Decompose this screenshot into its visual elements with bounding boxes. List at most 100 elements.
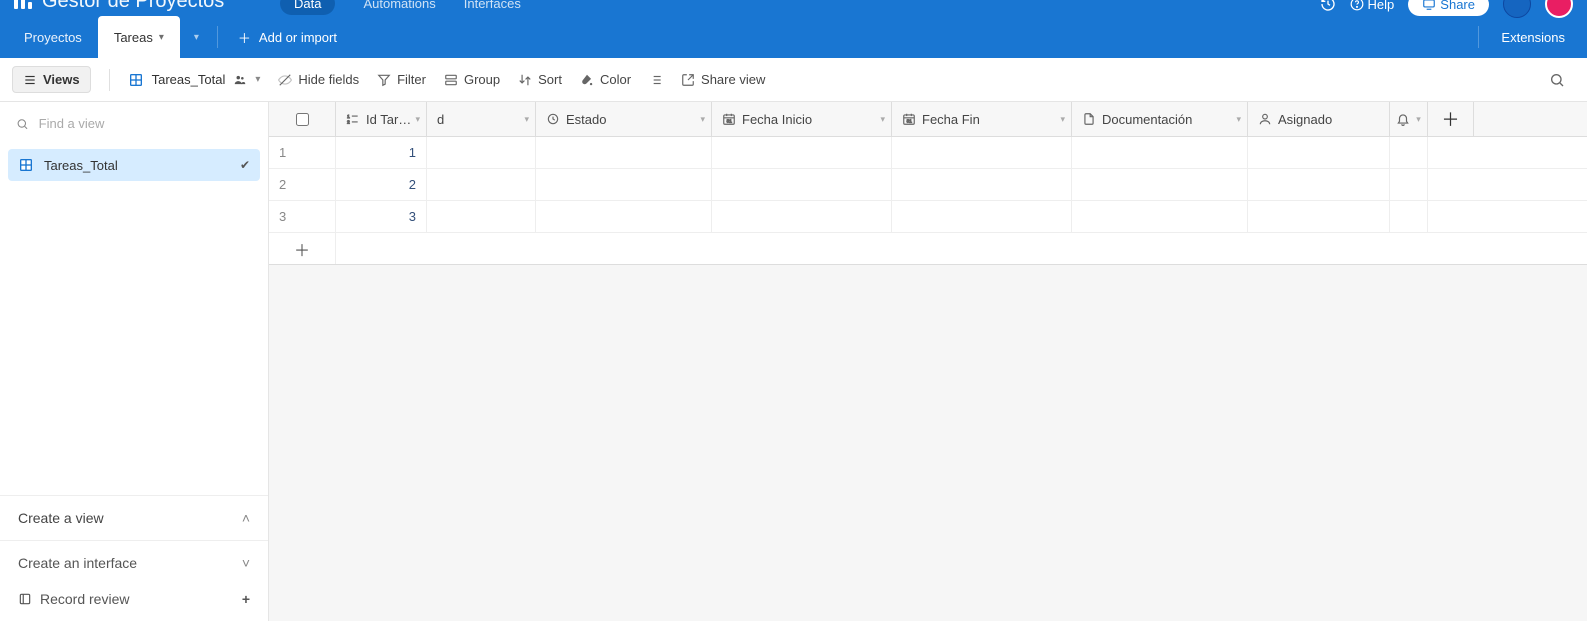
- sidebar-view-tareas-total[interactable]: Tareas_Total ✔: [8, 149, 260, 181]
- select-all-input[interactable]: [296, 113, 309, 126]
- nav-data[interactable]: Data: [280, 0, 335, 15]
- row-height-button[interactable]: [649, 73, 663, 87]
- share-button[interactable]: Share: [1408, 0, 1489, 16]
- find-view[interactable]: [0, 102, 268, 145]
- create-interface-label: Create an interface: [18, 555, 137, 571]
- row-height-icon: [649, 73, 663, 87]
- add-or-import-label: Add or import: [259, 30, 337, 45]
- cell-fecha-fin[interactable]: [892, 169, 1072, 200]
- tab-tareas[interactable]: Tareas ▾: [98, 16, 180, 58]
- create-interface-section[interactable]: Create an interface ˅: [0, 540, 268, 585]
- app-logo-icon: [14, 0, 32, 9]
- cell-d[interactable]: [427, 169, 536, 200]
- extensions-button[interactable]: Extensions: [1479, 16, 1587, 58]
- column-id-tarea[interactable]: 12 Id Tar… ▾: [336, 102, 427, 136]
- add-or-import[interactable]: ＋ Add or import: [222, 16, 353, 58]
- column-label: d: [437, 112, 444, 127]
- add-row-button[interactable]: ＋: [269, 233, 336, 264]
- record-review-section[interactable]: Record review +: [0, 585, 268, 621]
- cell-fecha-inicio[interactable]: [712, 201, 892, 232]
- cell-notify[interactable]: [1390, 137, 1428, 168]
- create-view-label: Create a view: [18, 510, 104, 526]
- cell-documentacion[interactable]: [1072, 201, 1248, 232]
- chevron-down-icon[interactable]: ▾: [1060, 114, 1065, 125]
- table-row[interactable]: 1 1: [269, 137, 1587, 169]
- divider: [109, 69, 110, 91]
- history-icon[interactable]: [1320, 0, 1336, 12]
- column-fecha-fin[interactable]: 31 Fecha Fin ▾: [892, 102, 1072, 136]
- cell-asignado[interactable]: [1248, 201, 1390, 232]
- tab-label: Tareas: [114, 30, 153, 45]
- select-all-checkbox[interactable]: [269, 102, 336, 136]
- cell-padding: [1428, 201, 1587, 232]
- search-button[interactable]: [1545, 68, 1569, 92]
- cell-id[interactable]: 1: [336, 137, 427, 168]
- cell-asignado[interactable]: [1248, 137, 1390, 168]
- chevron-down-icon[interactable]: ▾: [880, 114, 885, 125]
- filter-button[interactable]: Filter: [377, 72, 426, 87]
- row-number[interactable]: 1: [269, 137, 336, 168]
- collaborators-icon[interactable]: [233, 73, 247, 87]
- single-select-icon: [546, 112, 560, 126]
- chevron-down-icon[interactable]: ▾: [700, 114, 705, 125]
- plus-icon[interactable]: +: [242, 591, 250, 607]
- column-d[interactable]: d ▾: [427, 102, 536, 136]
- row-number[interactable]: 2: [269, 169, 336, 200]
- add-column-button[interactable]: ＋: [1428, 102, 1474, 136]
- cell-notify[interactable]: [1390, 169, 1428, 200]
- table-row[interactable]: 3 3: [269, 201, 1587, 233]
- cell-estado[interactable]: [536, 169, 712, 200]
- cell-fecha-inicio[interactable]: [712, 169, 892, 200]
- cell-fecha-fin[interactable]: [892, 137, 1072, 168]
- group-button[interactable]: Group: [444, 72, 500, 87]
- tab-more[interactable]: ▾: [180, 16, 213, 58]
- column-label: Asignado: [1278, 112, 1332, 127]
- current-view[interactable]: Tareas_Total ▾: [128, 72, 261, 88]
- notifications-icon[interactable]: [1503, 0, 1531, 18]
- tab-label: Proyectos: [24, 30, 82, 45]
- chevron-down-icon[interactable]: ▾: [1416, 114, 1421, 125]
- chevron-down-icon[interactable]: ▾: [524, 114, 529, 125]
- find-view-input[interactable]: [39, 116, 252, 131]
- cell-documentacion[interactable]: [1072, 137, 1248, 168]
- user-icon: [1258, 112, 1272, 126]
- color-button[interactable]: Color: [580, 72, 631, 87]
- record-review-icon: [18, 592, 32, 606]
- nav-interfaces[interactable]: Interfaces: [464, 0, 521, 11]
- cell-d[interactable]: [427, 201, 536, 232]
- column-documentacion[interactable]: Documentación ▾: [1072, 102, 1248, 136]
- chevron-down-icon[interactable]: ▾: [1236, 114, 1241, 125]
- tab-proyectos[interactable]: Proyectos: [8, 16, 98, 58]
- column-fecha-inicio[interactable]: 31 Fecha Inicio ▾: [712, 102, 892, 136]
- chevron-down-icon: ˅: [242, 555, 250, 571]
- table-row[interactable]: 2 2: [269, 169, 1587, 201]
- column-asignado[interactable]: Asignado: [1248, 102, 1390, 136]
- cell-id[interactable]: 2: [336, 169, 427, 200]
- row-number[interactable]: 3: [269, 201, 336, 232]
- avatar[interactable]: [1545, 0, 1573, 18]
- chevron-down-icon[interactable]: ▾: [415, 114, 420, 125]
- column-notify[interactable]: ▾: [1390, 102, 1428, 136]
- cell-id[interactable]: 3: [336, 201, 427, 232]
- cell-fecha-inicio[interactable]: [712, 137, 892, 168]
- create-view-section[interactable]: Create a view ˄: [0, 495, 268, 540]
- cell-estado[interactable]: [536, 137, 712, 168]
- chevron-down-icon: ▾: [255, 74, 260, 85]
- cell-documentacion[interactable]: [1072, 169, 1248, 200]
- add-row[interactable]: ＋: [269, 233, 1587, 265]
- sort-button[interactable]: Sort: [518, 72, 562, 87]
- cell-notify[interactable]: [1390, 201, 1428, 232]
- svg-text:31: 31: [727, 119, 733, 124]
- eye-off-icon: [278, 73, 292, 87]
- views-button[interactable]: Views: [12, 66, 91, 93]
- share-icon: [681, 73, 695, 87]
- cell-asignado[interactable]: [1248, 169, 1390, 200]
- share-view-button[interactable]: Share view: [681, 72, 765, 87]
- cell-estado[interactable]: [536, 201, 712, 232]
- column-estado[interactable]: Estado ▾: [536, 102, 712, 136]
- cell-fecha-fin[interactable]: [892, 201, 1072, 232]
- cell-d[interactable]: [427, 137, 536, 168]
- nav-automations[interactable]: Automations: [363, 0, 435, 11]
- hide-fields-button[interactable]: Hide fields: [278, 72, 359, 87]
- help-button[interactable]: Help: [1350, 0, 1395, 12]
